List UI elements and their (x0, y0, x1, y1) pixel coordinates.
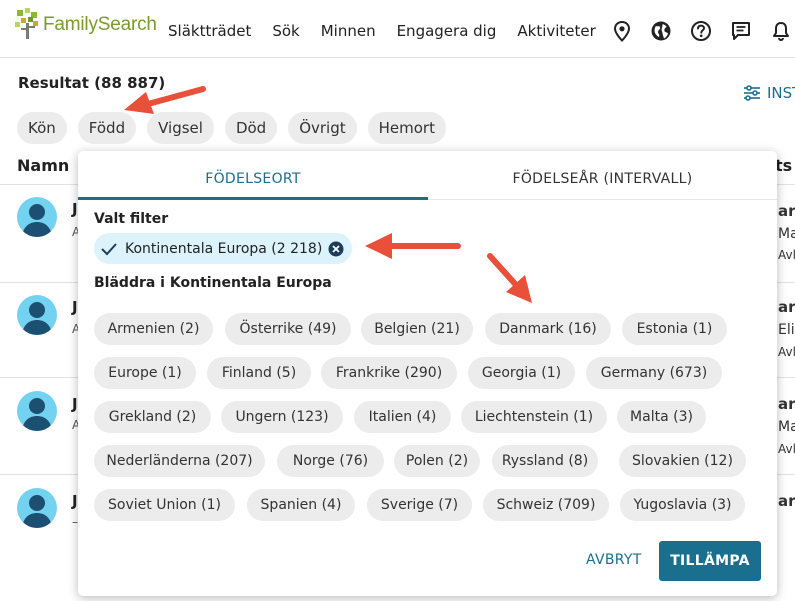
location-chip[interactable]: Liechtenstein (1) (461, 401, 607, 433)
location-chip[interactable]: Italien (4) (354, 401, 451, 433)
row-right-fragment: Mar (778, 419, 795, 435)
row-name-fragment[interactable]: J (72, 492, 78, 510)
filter-tab-fodd[interactable]: Född (77, 112, 137, 144)
location-chip[interactable]: Österrike (49) (225, 313, 351, 345)
nav-item-slakttradet[interactable]: Släktträdet (168, 22, 251, 40)
nav-item-aktiviteter[interactable]: Aktiviteter (517, 22, 595, 40)
location-chip[interactable]: Danmark (16) (485, 313, 611, 345)
row-right-fragment: ar/ (778, 395, 795, 413)
avatar[interactable] (17, 488, 57, 528)
nav-item-engagera-dig[interactable]: Engagera dig (397, 22, 497, 40)
page: FamilySearch Släktträdet Sök Minnen Enga… (0, 0, 795, 601)
messages-icon[interactable] (730, 20, 752, 42)
filter-tab-dod[interactable]: Död (224, 112, 278, 144)
location-chip[interactable]: Frankrike (290) (321, 357, 457, 389)
row-name-fragment[interactable]: J (72, 298, 78, 316)
person-silhouette-icon (22, 495, 52, 528)
location-chip[interactable]: Yugoslavia (3) (620, 489, 745, 521)
location-chip[interactable]: Europe (1) (94, 357, 196, 389)
main-nav: Släktträdet Sök Minnen Engagera dig Akti… (168, 22, 617, 40)
row-right-fragment: ar/ (778, 202, 795, 220)
location-chip[interactable]: Schweiz (709) (483, 489, 609, 521)
bell-icon[interactable] (770, 20, 792, 42)
location-chip[interactable]: Belgien (21) (361, 313, 473, 345)
results-title: Resultat (88 887) (18, 74, 166, 92)
location-chip[interactable]: Soviet Union (1) (94, 489, 235, 521)
help-icon[interactable] (690, 20, 712, 42)
row-right-fragment: Avlid (778, 248, 795, 262)
row-right-fragment: Avlid (778, 345, 795, 359)
row-name-fragment[interactable]: J (72, 395, 78, 413)
sliders-icon (744, 85, 760, 101)
avatar[interactable] (17, 197, 57, 237)
location-pin-icon[interactable] (611, 20, 633, 42)
row-right-fragment: ar/ (778, 298, 795, 316)
location-chip[interactable]: Polen (2) (394, 445, 480, 477)
selected-filter-label: Kontinentala Europa (2 218) (125, 240, 323, 257)
selected-filter-chip[interactable]: Kontinentala Europa (2 218) (94, 233, 353, 264)
birthplace-filter-popup: FÖDELSEORT FÖDELSEÅR (INTERVALL) Valt fi… (78, 151, 777, 596)
remove-filter-icon[interactable] (328, 241, 344, 257)
filter-tabs: Kön Född Vigsel Död Övrigt Hemort (17, 112, 457, 144)
location-chip[interactable]: Grekland (2) (94, 401, 211, 433)
location-chip[interactable]: Norge (76) (277, 445, 384, 477)
familysearch-logo[interactable]: FamilySearch (15, 8, 157, 42)
checkmark-icon (101, 242, 117, 255)
person-silhouette-icon (22, 398, 52, 431)
browse-heading: Bläddra i Kontinentala Europa (94, 275, 332, 291)
location-chip[interactable]: Armenien (2) (94, 313, 213, 345)
location-chip[interactable]: Ungern (123) (221, 401, 343, 433)
tab-fodelseort[interactable]: FÖDELSEORT (78, 151, 428, 199)
location-chip[interactable]: Finland (5) (207, 357, 311, 389)
nav-item-sok[interactable]: Sök (272, 22, 299, 40)
settings-button[interactable]: INST (743, 84, 795, 102)
settings-label: INST (767, 84, 795, 102)
globe-icon[interactable] (650, 20, 672, 42)
cancel-button[interactable]: AVBRYT (586, 552, 642, 568)
row-right-fragment: Eliz (778, 322, 795, 338)
filter-tab-vigsel[interactable]: Vigsel (147, 112, 214, 144)
location-chip[interactable]: Malta (3) (617, 401, 706, 433)
location-chip[interactable]: Nederländerna (207) (94, 445, 265, 477)
selected-filter-heading: Valt filter (94, 211, 169, 227)
row-name-fragment[interactable]: J (72, 200, 78, 218)
row-right-fragment: ar/ (778, 492, 795, 510)
apply-button[interactable]: TILLÄMPA (659, 541, 761, 581)
person-silhouette-icon (22, 204, 52, 237)
top-header: FamilySearch Släktträdet Sök Minnen Enga… (0, 0, 795, 58)
tab-fodelsear-intervall[interactable]: FÖDELSEÅR (INTERVALL) (428, 151, 777, 199)
avatar[interactable] (17, 391, 57, 431)
location-chip[interactable]: Ryssland (8) (492, 445, 598, 477)
person-silhouette-icon (22, 302, 52, 335)
location-chip[interactable]: Estonia (1) (622, 313, 727, 345)
active-tab-indicator (78, 197, 428, 200)
row-right-fragment: Avlid (778, 442, 795, 456)
avatar[interactable] (17, 295, 57, 335)
location-chip[interactable]: Sverige (7) (367, 489, 472, 521)
location-chip[interactable]: Spanien (4) (247, 489, 355, 521)
row-right-fragment: Mar (778, 226, 795, 242)
location-chip[interactable]: Slovakien (12) (619, 445, 746, 477)
column-header-right[interactable]: ts (775, 156, 792, 175)
location-chip[interactable]: Georgia (1) (468, 357, 575, 389)
column-header-name[interactable]: Namn (17, 156, 69, 175)
location-chip[interactable]: Germany (673) (586, 357, 722, 389)
nav-item-minnen[interactable]: Minnen (321, 22, 376, 40)
filter-tab-kon[interactable]: Kön (17, 112, 67, 144)
filter-tab-ovrigt[interactable]: Övrigt (288, 112, 357, 144)
family-tree-logo-icon (15, 8, 38, 39)
filter-tab-hemort[interactable]: Hemort (367, 112, 446, 144)
arrow-to-fodd-tab-icon (124, 86, 206, 114)
logo-text: FamilySearch (43, 14, 157, 35)
